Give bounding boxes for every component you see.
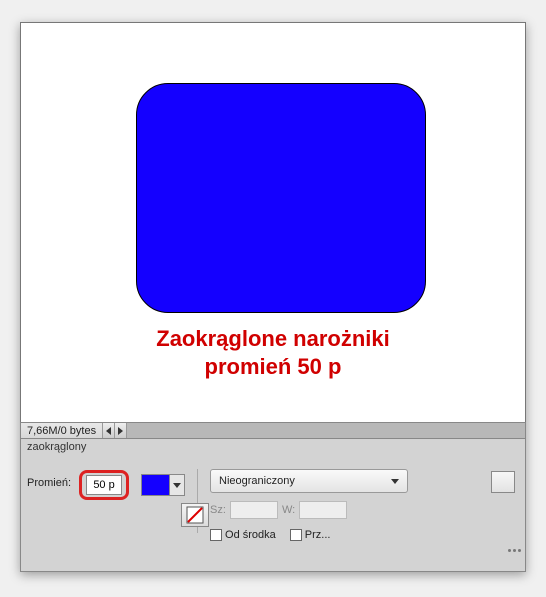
horizontal-scrollbar[interactable]	[127, 423, 525, 438]
chevron-right-icon	[118, 427, 123, 435]
status-bar: 7,66M/0 bytes	[20, 422, 526, 439]
constrain-selected-label: Nieograniczony	[219, 475, 295, 487]
width-label: Sz:	[210, 504, 226, 516]
app-frame: Zaokrąglone narożniki promień 50 p 7,66M…	[20, 22, 526, 572]
chevron-down-icon	[173, 483, 181, 488]
checkbox-icon	[210, 529, 222, 541]
panel-resize-grip[interactable]	[508, 549, 521, 552]
annotation-text: Zaokrąglone narożniki promień 50 p	[21, 325, 525, 380]
document-canvas[interactable]: Zaokrąglone narożniki promień 50 p	[20, 22, 526, 422]
snap-checkbox[interactable]: Prz...	[290, 529, 331, 541]
checkbox-row: Od środka Prz...	[210, 529, 408, 541]
chevron-down-icon	[391, 479, 399, 484]
tool-options-panel: zaokrąglony Promień: Nieograniczony Sz:	[20, 439, 526, 572]
annotation-line-2: promień 50 p	[205, 354, 342, 379]
scroll-left-button[interactable]	[103, 423, 115, 438]
secondary-color-swatch[interactable]	[491, 471, 515, 493]
chevron-left-icon	[106, 427, 111, 435]
height-label: W:	[282, 504, 295, 516]
rounded-rectangle-shape[interactable]	[136, 83, 426, 313]
scroll-right-button[interactable]	[115, 423, 127, 438]
shape-preset-label: zaokrąglony	[27, 441, 86, 453]
radius-input[interactable]	[86, 475, 122, 495]
no-style-icon	[186, 506, 204, 524]
height-input[interactable]	[299, 501, 347, 519]
dimensions-row: Sz: W:	[210, 501, 408, 519]
radius-highlight-callout	[79, 470, 129, 500]
from-center-checkbox[interactable]: Od środka	[210, 529, 276, 541]
no-style-button[interactable]	[181, 503, 209, 527]
fill-color-swatch	[142, 475, 170, 495]
width-input[interactable]	[230, 501, 278, 519]
document-size-readout: 7,66M/0 bytes	[21, 423, 103, 438]
fill-color-dropdown[interactable]	[170, 475, 184, 495]
radius-label: Promień:	[27, 477, 71, 489]
fill-color-picker[interactable]	[141, 474, 185, 496]
constrain-dropdown[interactable]: Nieograniczony	[210, 469, 408, 493]
checkbox-icon	[290, 529, 302, 541]
annotation-line-1: Zaokrąglone narożniki	[156, 326, 390, 351]
